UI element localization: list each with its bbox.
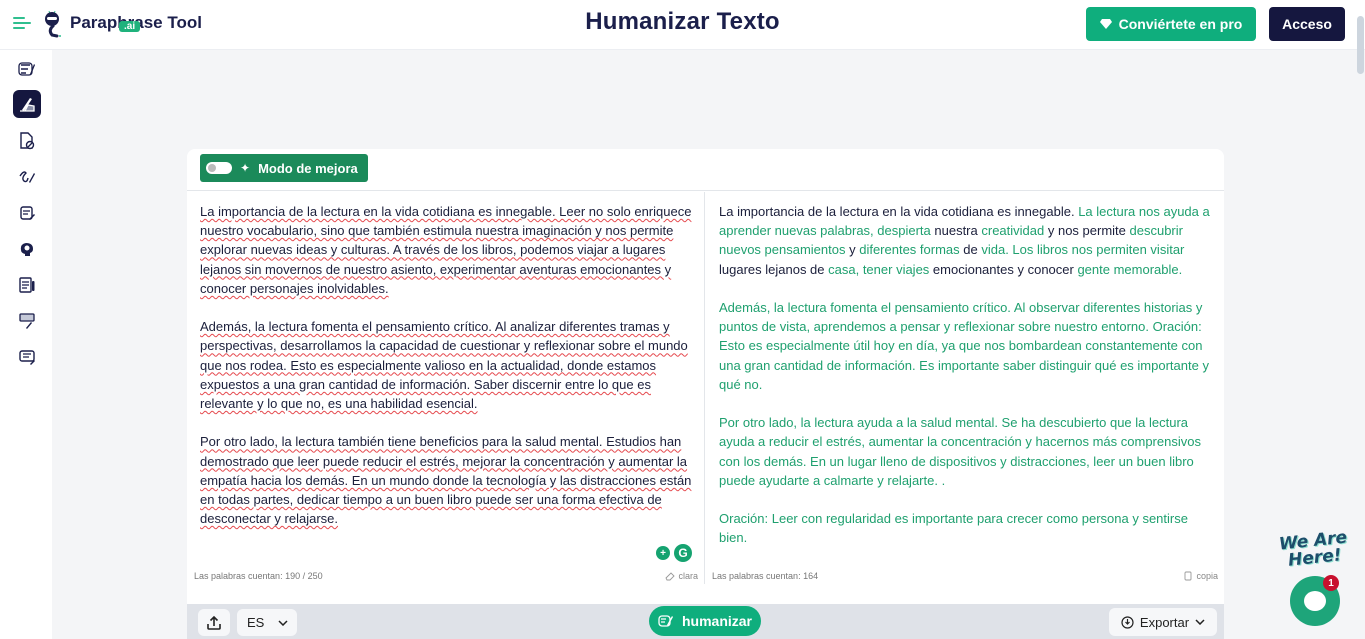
input-pane: La importancia de la lectura en la vida … bbox=[187, 192, 705, 584]
humanize-label: humanizar bbox=[681, 613, 752, 629]
upgrade-pro-button[interactable]: Conviértete en pro bbox=[1086, 7, 1256, 41]
pen-paper-icon bbox=[18, 62, 35, 76]
upgrade-pro-label: Conviértete en pro bbox=[1118, 16, 1243, 32]
sidebar-item-plagiarism-remover[interactable] bbox=[13, 127, 41, 155]
copy-button[interactable]: copia bbox=[1184, 571, 1218, 581]
pen-paper-icon bbox=[658, 615, 673, 627]
changed-text-segment: Oración: Leer con regularidad es importa… bbox=[719, 511, 1188, 546]
input-word-count: Las palabras cuentan: 190 / 250 bbox=[194, 571, 323, 581]
sidebar-item-signature[interactable] bbox=[13, 163, 41, 191]
output-paragraph: Además, la lectura fomenta el pensamient… bbox=[719, 298, 1211, 394]
add-icon[interactable]: + bbox=[656, 546, 670, 560]
card-header: ✦ Modo de mejora bbox=[187, 149, 1224, 191]
input-paragraph: Además, la lectura fomenta el pensamient… bbox=[200, 319, 688, 412]
toggle-switch[interactable] bbox=[206, 162, 232, 174]
sidebar-item-summarizer[interactable] bbox=[13, 271, 41, 299]
document-block-icon bbox=[20, 132, 35, 150]
changed-text-segment: vida. Los libros nos permiten visitar bbox=[981, 242, 1185, 258]
chevron-down-icon bbox=[278, 619, 288, 626]
chevron-down-icon bbox=[1195, 619, 1205, 625]
chat-banner[interactable]: We Are Here! bbox=[1276, 528, 1351, 571]
input-paragraph: Por otro lado, la lectura también tiene … bbox=[200, 434, 692, 527]
changed-text-segment: casa, tener viajes bbox=[828, 261, 930, 277]
clear-button[interactable]: clara bbox=[665, 571, 698, 581]
unchanged-text-segment: y bbox=[845, 242, 860, 258]
output-text: La importancia de la lectura en la vida … bbox=[719, 202, 1211, 547]
text-edit-icon bbox=[19, 350, 35, 365]
doc-list-icon bbox=[19, 277, 35, 293]
page-scrollbar[interactable] bbox=[1357, 16, 1364, 74]
menu-icon[interactable] bbox=[13, 16, 31, 30]
language-value: ES bbox=[247, 615, 265, 630]
output-paragraph: Oración: Leer con regularidad es importa… bbox=[719, 509, 1211, 547]
sparkle-icon: ✦ bbox=[240, 161, 251, 175]
export-label: Exportar bbox=[1139, 614, 1190, 630]
enhance-mode-toggle[interactable]: ✦ Modo de mejora bbox=[200, 154, 368, 182]
upload-button[interactable] bbox=[198, 609, 230, 636]
output-word-count: Las palabras cuentan: 164 bbox=[712, 571, 819, 581]
abc-check-icon bbox=[19, 313, 35, 329]
signature-icon bbox=[19, 171, 35, 183]
sidebar-item-grammar-checker[interactable] bbox=[13, 307, 41, 335]
changed-text-segment: Por otro lado, la lectura ayuda a la sal… bbox=[719, 415, 1201, 488]
changed-text-segment: creatividad bbox=[981, 223, 1045, 239]
eraser-icon bbox=[665, 572, 676, 581]
unchanged-text-segment: de bbox=[959, 242, 982, 258]
changed-text-segment: gente memorable. bbox=[1077, 261, 1183, 277]
sidebar-item-paraphrase-tool[interactable] bbox=[13, 55, 41, 83]
input-paragraph: La importancia de la lectura en la vida … bbox=[200, 204, 692, 296]
unchanged-text-segment: La importancia de la lectura en la vida … bbox=[719, 204, 1079, 219]
unchanged-text-segment: y nos permite bbox=[1044, 223, 1130, 239]
doc-edit-icon bbox=[20, 206, 35, 220]
download-icon bbox=[1121, 615, 1134, 629]
login-button[interactable]: Acceso bbox=[1269, 7, 1345, 41]
robot-mascot-icon bbox=[45, 10, 61, 38]
input-textarea[interactable]: La importancia de la lectura en la vida … bbox=[200, 202, 692, 547]
unchanged-text-segment: nuestra bbox=[930, 223, 982, 239]
changed-text-segment: Además, la lectura fomenta el pensamient… bbox=[719, 300, 1209, 392]
diamond-icon bbox=[1099, 19, 1112, 29]
enhance-mode-label: Modo de mejora bbox=[258, 160, 358, 176]
upload-icon bbox=[207, 615, 221, 630]
bottom-toolbar: ES humanizar Exportar bbox=[187, 604, 1224, 639]
sidebar-item-text-editor[interactable] bbox=[13, 343, 41, 371]
sidebar-item-ai-brain[interactable] bbox=[13, 235, 41, 263]
brain-gear-icon bbox=[20, 243, 33, 256]
copy-icon bbox=[1185, 571, 1192, 581]
humanize-button[interactable]: humanizar bbox=[649, 606, 761, 636]
chat-bubble-icon bbox=[1304, 591, 1326, 611]
output-paragraph: La importancia de la lectura en la vida … bbox=[719, 202, 1211, 279]
hand-writing-icon bbox=[20, 98, 35, 112]
top-bar: Paraphrase Tool .ai Humanizar Texto Conv… bbox=[0, 0, 1365, 50]
sidebar-item-essay-writer[interactable] bbox=[13, 199, 41, 227]
logo-badge: .ai bbox=[119, 21, 141, 32]
grammarly-widget[interactable]: + G bbox=[656, 544, 692, 562]
output-pane: La importancia de la lectura en la vida … bbox=[706, 192, 1224, 584]
export-button[interactable]: Exportar bbox=[1109, 608, 1217, 636]
unchanged-text-segment: emocionantes y conocer bbox=[929, 261, 1078, 277]
clear-label: clara bbox=[678, 571, 698, 581]
humanizer-card: ✦ Modo de mejora La importancia de la le… bbox=[187, 149, 1224, 639]
chat-notification-badge: 1 bbox=[1323, 575, 1339, 591]
sidebar bbox=[0, 50, 52, 639]
unchanged-text-segment: lugares lejanos de bbox=[719, 261, 829, 277]
copy-label: copia bbox=[1196, 571, 1218, 581]
output-paragraph: Por otro lado, la lectura ayuda a la sal… bbox=[719, 413, 1211, 490]
grammarly-icon[interactable]: G bbox=[674, 544, 692, 562]
changed-text-segment: diferentes formas bbox=[859, 242, 960, 258]
language-select[interactable]: ES bbox=[237, 609, 297, 636]
sidebar-item-humanizer[interactable] bbox=[13, 90, 41, 118]
